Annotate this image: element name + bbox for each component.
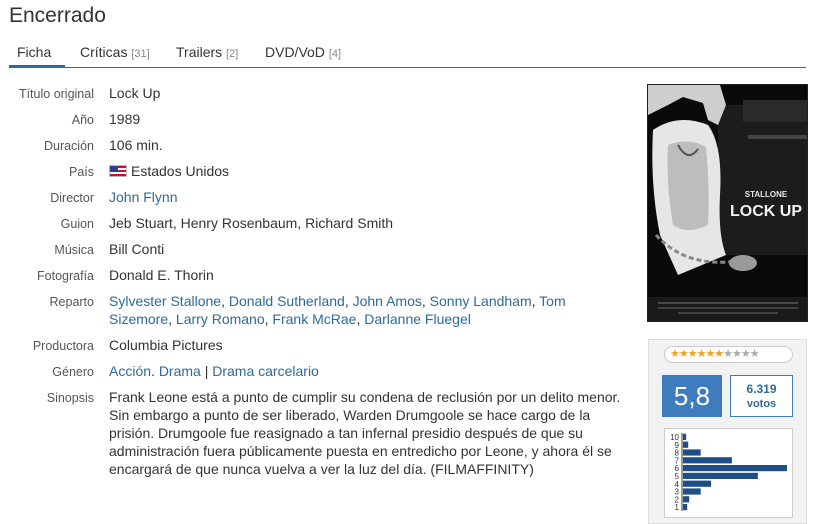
cast-value: Sylvester Stallone, Donald Sutherland, J… [109,293,566,327]
cast-member-link[interactable]: John Amos [353,293,422,309]
tab-criticas-count: [31] [131,48,150,60]
us-flag-icon [109,165,127,177]
year-value: 1989 [109,111,141,127]
average-rating: 5,8 [662,375,722,417]
tab-criticas-label: Críticas [80,44,128,60]
votes-count-box[interactable]: 6.319 votos [730,375,793,417]
votes-count: 6.319 [746,382,777,396]
histogram-bar [683,449,701,456]
histogram-bar [683,472,758,479]
histogram-bar [683,457,732,464]
genre-link[interactable]: Drama [159,363,201,379]
histogram-bar [683,441,689,448]
genre-label: Género [52,365,94,379]
country-value: Estados Unidos [131,163,230,179]
histogram-bar [683,504,688,511]
rating-histogram-chart: 10987654321 [670,433,787,512]
histogram-tick-label: 1 [675,503,680,512]
poster-star-name: STALLONE [745,190,788,199]
tab-ficha-label: Ficha [17,44,52,60]
rating-histogram: 10 9 8 7 6 5 4 3 2 1 [664,428,793,518]
histogram-bar [683,433,687,440]
tab-trailers[interactable]: Trailers [2] [176,38,238,68]
poster-image: STALLONE LOCK UP [648,85,807,321]
poster-movie-name: LOCK UP [730,203,802,220]
producer-label: Productora [32,339,94,353]
page-title: Encerrado [9,4,106,27]
original-title-value: Lock Up [109,85,161,101]
duration-label: Duración [43,139,94,153]
country-value-wrap: Estados Unidos [109,162,609,180]
movie-poster[interactable]: STALLONE LOCK UP [647,84,808,322]
cast-member-link[interactable]: Sylvester Stallone [109,293,221,309]
subgenre-link[interactable]: Drama carcelario [212,363,319,379]
music-label: Música [54,243,94,257]
music-value: Bill Conti [109,241,165,257]
cast-member-link[interactable]: Sonny Landham [430,293,532,309]
photography-label: Fotografía [37,269,94,283]
cast-member-link[interactable]: Larry Romano [176,311,265,327]
photography-value: Donald E. Thorin [109,267,214,283]
histogram-bar [683,496,690,503]
tab-trailers-count: [2] [226,48,239,60]
tab-dvd-vod-label: DVD/VoD [265,44,325,60]
tab-ficha[interactable]: Ficha [9,38,65,68]
rating-box: ★★★★★★★★★★ 5,8 6.319 votos 10 9 8 7 6 5 4 3 2 1 [648,339,807,524]
histogram-bar [683,480,712,487]
screenplay-value: Jeb Stuart, Henry Rosenbaum, Richard Smi… [109,215,394,231]
producer-value: Columbia Pictures [109,337,223,353]
star-icons-empty: ★★★★ [723,348,759,360]
director-label: Director [50,191,94,205]
histogram-bar [683,488,701,495]
year-label: Año [71,113,94,127]
director-link[interactable]: John Flynn [109,189,177,205]
histogram-bar [683,465,787,472]
director-value-wrap: John Flynn [109,188,609,206]
country-label: País [68,165,94,179]
genre-link[interactable]: Acción [109,363,151,379]
tab-trailers-label: Trailers [176,44,223,60]
original-title-label: Título original [18,87,94,101]
rating-stars: ★★★★★★★★★★ [664,346,793,363]
cast-member-link[interactable]: Darlanne Fluegel [364,311,471,327]
genre-value: Acción. Drama | Drama carcelario [109,363,319,379]
votes-label: votos [746,398,777,410]
tab-criticas[interactable]: Críticas [31] [80,38,150,68]
star-icons-filled: ★★★★★★ [670,348,724,360]
tab-bar: Ficha Críticas [31] Trailers [2] DVD/VoD… [9,38,806,68]
cast-member-link[interactable]: Frank McRae [272,311,356,327]
cast-member-link[interactable]: Donald Sutherland [229,293,345,309]
cast-label: Reparto [49,295,94,309]
synopsis-value: Frank Leone está a punto de cumplir su c… [109,389,621,477]
tab-dvd-vod-count: [4] [328,48,342,60]
screenplay-label: Guion [60,217,94,231]
synopsis-label: Sinopsis [46,391,94,405]
tab-dvd-vod[interactable]: DVD/VoD [4] [265,38,341,68]
duration-value: 106 min. [109,137,163,153]
